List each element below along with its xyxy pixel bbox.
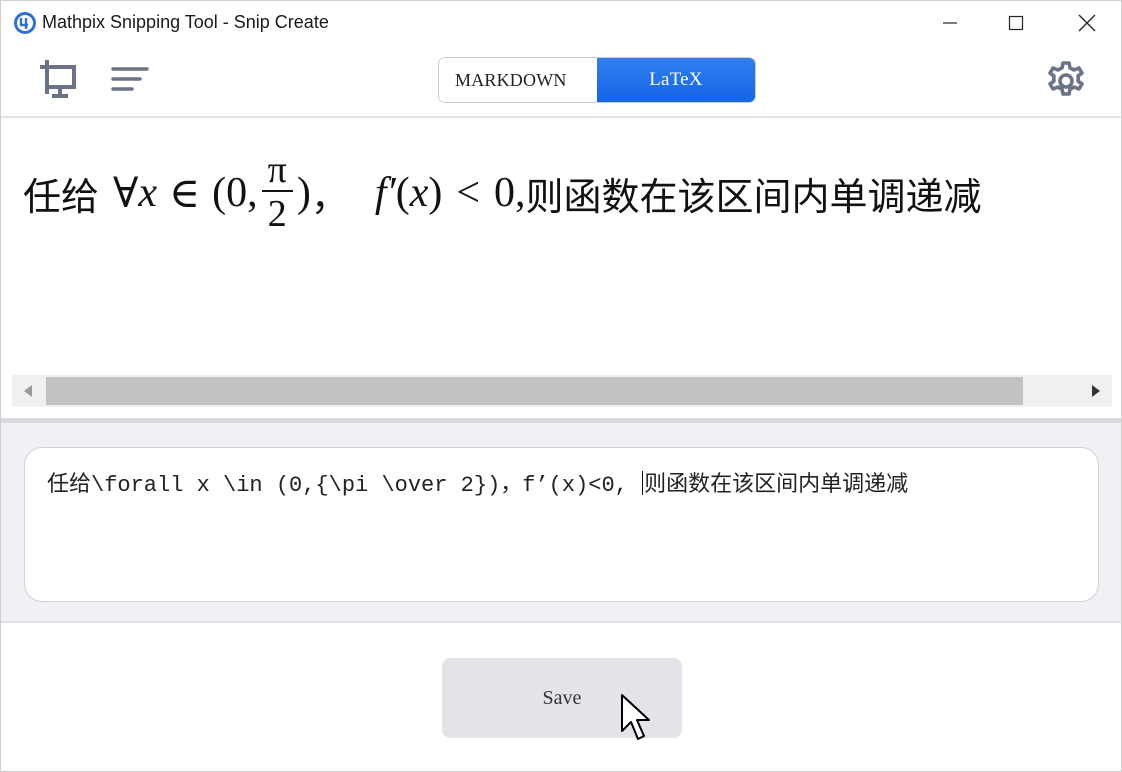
new-snip-button[interactable] <box>35 57 81 103</box>
minimize-icon <box>943 22 957 24</box>
scroll-left-button[interactable] <box>12 375 44 407</box>
scrollbar-thumb[interactable] <box>46 377 1023 405</box>
window-title: Mathpix Snipping Tool - Snip Create <box>42 12 329 32</box>
maximize-icon <box>1008 15 1024 31</box>
math-zero: 0, <box>226 170 258 216</box>
settings-button[interactable] <box>1043 58 1089 104</box>
fraction-numerator: π <box>267 149 287 191</box>
history-menu-button[interactable] <box>109 61 151 99</box>
tab-markdown[interactable]: MARKDOWN <box>439 58 597 102</box>
scroll-right-button[interactable] <box>1080 375 1112 407</box>
math-close-paren: ) <box>296 170 311 216</box>
format-toggle: MARKDOWN LaTeX <box>438 57 756 103</box>
math-less-than: < <box>456 170 481 216</box>
math-arg-x: x <box>409 170 429 216</box>
close-icon <box>1078 14 1096 32</box>
math-f-prime: f′ <box>374 170 396 216</box>
mathpix-logo-icon <box>13 11 37 35</box>
latex-source-text[interactable]: 任给\forall x \in (0,{\pi \over 2})，f’(x)<… <box>47 466 908 498</box>
mouse-pointer-icon <box>621 694 650 740</box>
editor-section: 任给\forall x \in (0,{\pi \over 2})，f’(x)<… <box>1 423 1121 621</box>
app-window: Mathpix Snipping Tool - Snip Create MARK… <box>0 0 1122 772</box>
math-open-paren: ( <box>212 170 227 216</box>
text-caret <box>642 471 644 495</box>
maximize-button[interactable] <box>984 1 1048 45</box>
horizontal-scrollbar[interactable] <box>12 375 1112 407</box>
triangle-right-icon <box>1092 385 1100 397</box>
snip-screen-icon <box>40 60 76 98</box>
rendered-preview: 任给 ∀ x ∈ ( 0, π 2 ) ， f′ ( x ) < 0, 则函数在… <box>1 118 1121 418</box>
math-zero-comma: 0, <box>494 170 526 216</box>
tab-latex[interactable]: LaTeX <box>597 58 755 102</box>
fraction-denominator: 2 <box>267 193 287 235</box>
math-arg-open: ( <box>395 170 410 216</box>
triangle-left-icon <box>24 385 32 397</box>
latex-text-after-caret: 则函数在该区间内单调递减 <box>644 473 909 498</box>
minimize-button[interactable] <box>918 1 982 45</box>
editor-divider <box>1 621 1121 623</box>
latex-editor[interactable]: 任给\forall x \in (0,{\pi \over 2})，f’(x)<… <box>24 447 1099 602</box>
title-bar[interactable]: Mathpix Snipping Tool - Snip Create <box>1 1 1121 45</box>
math-arg-close: ) <box>428 170 443 216</box>
math-text-prefix: 任给 <box>23 174 100 219</box>
menu-lines-icon <box>111 67 149 91</box>
math-cjk-comma: ， <box>310 174 349 219</box>
math-var-x: x <box>138 170 158 216</box>
math-fraction: π 2 <box>261 149 293 236</box>
math-forall: ∀ <box>113 171 139 217</box>
close-button[interactable] <box>1055 1 1119 45</box>
rendered-math: 任给 ∀ x ∈ ( 0, π 2 ) ， f′ ( x ) < 0, 则函数在… <box>23 138 982 248</box>
latex-text-before-caret: 任给\forall x \in (0,{\pi \over 2})，f’(x)<… <box>47 473 642 498</box>
math-in: ∈ <box>169 171 201 217</box>
gear-icon <box>1048 61 1084 96</box>
math-text-suffix: 则函数在该区间内单调递减 <box>525 174 982 219</box>
toolbar: MARKDOWN LaTeX <box>1 45 1121 117</box>
